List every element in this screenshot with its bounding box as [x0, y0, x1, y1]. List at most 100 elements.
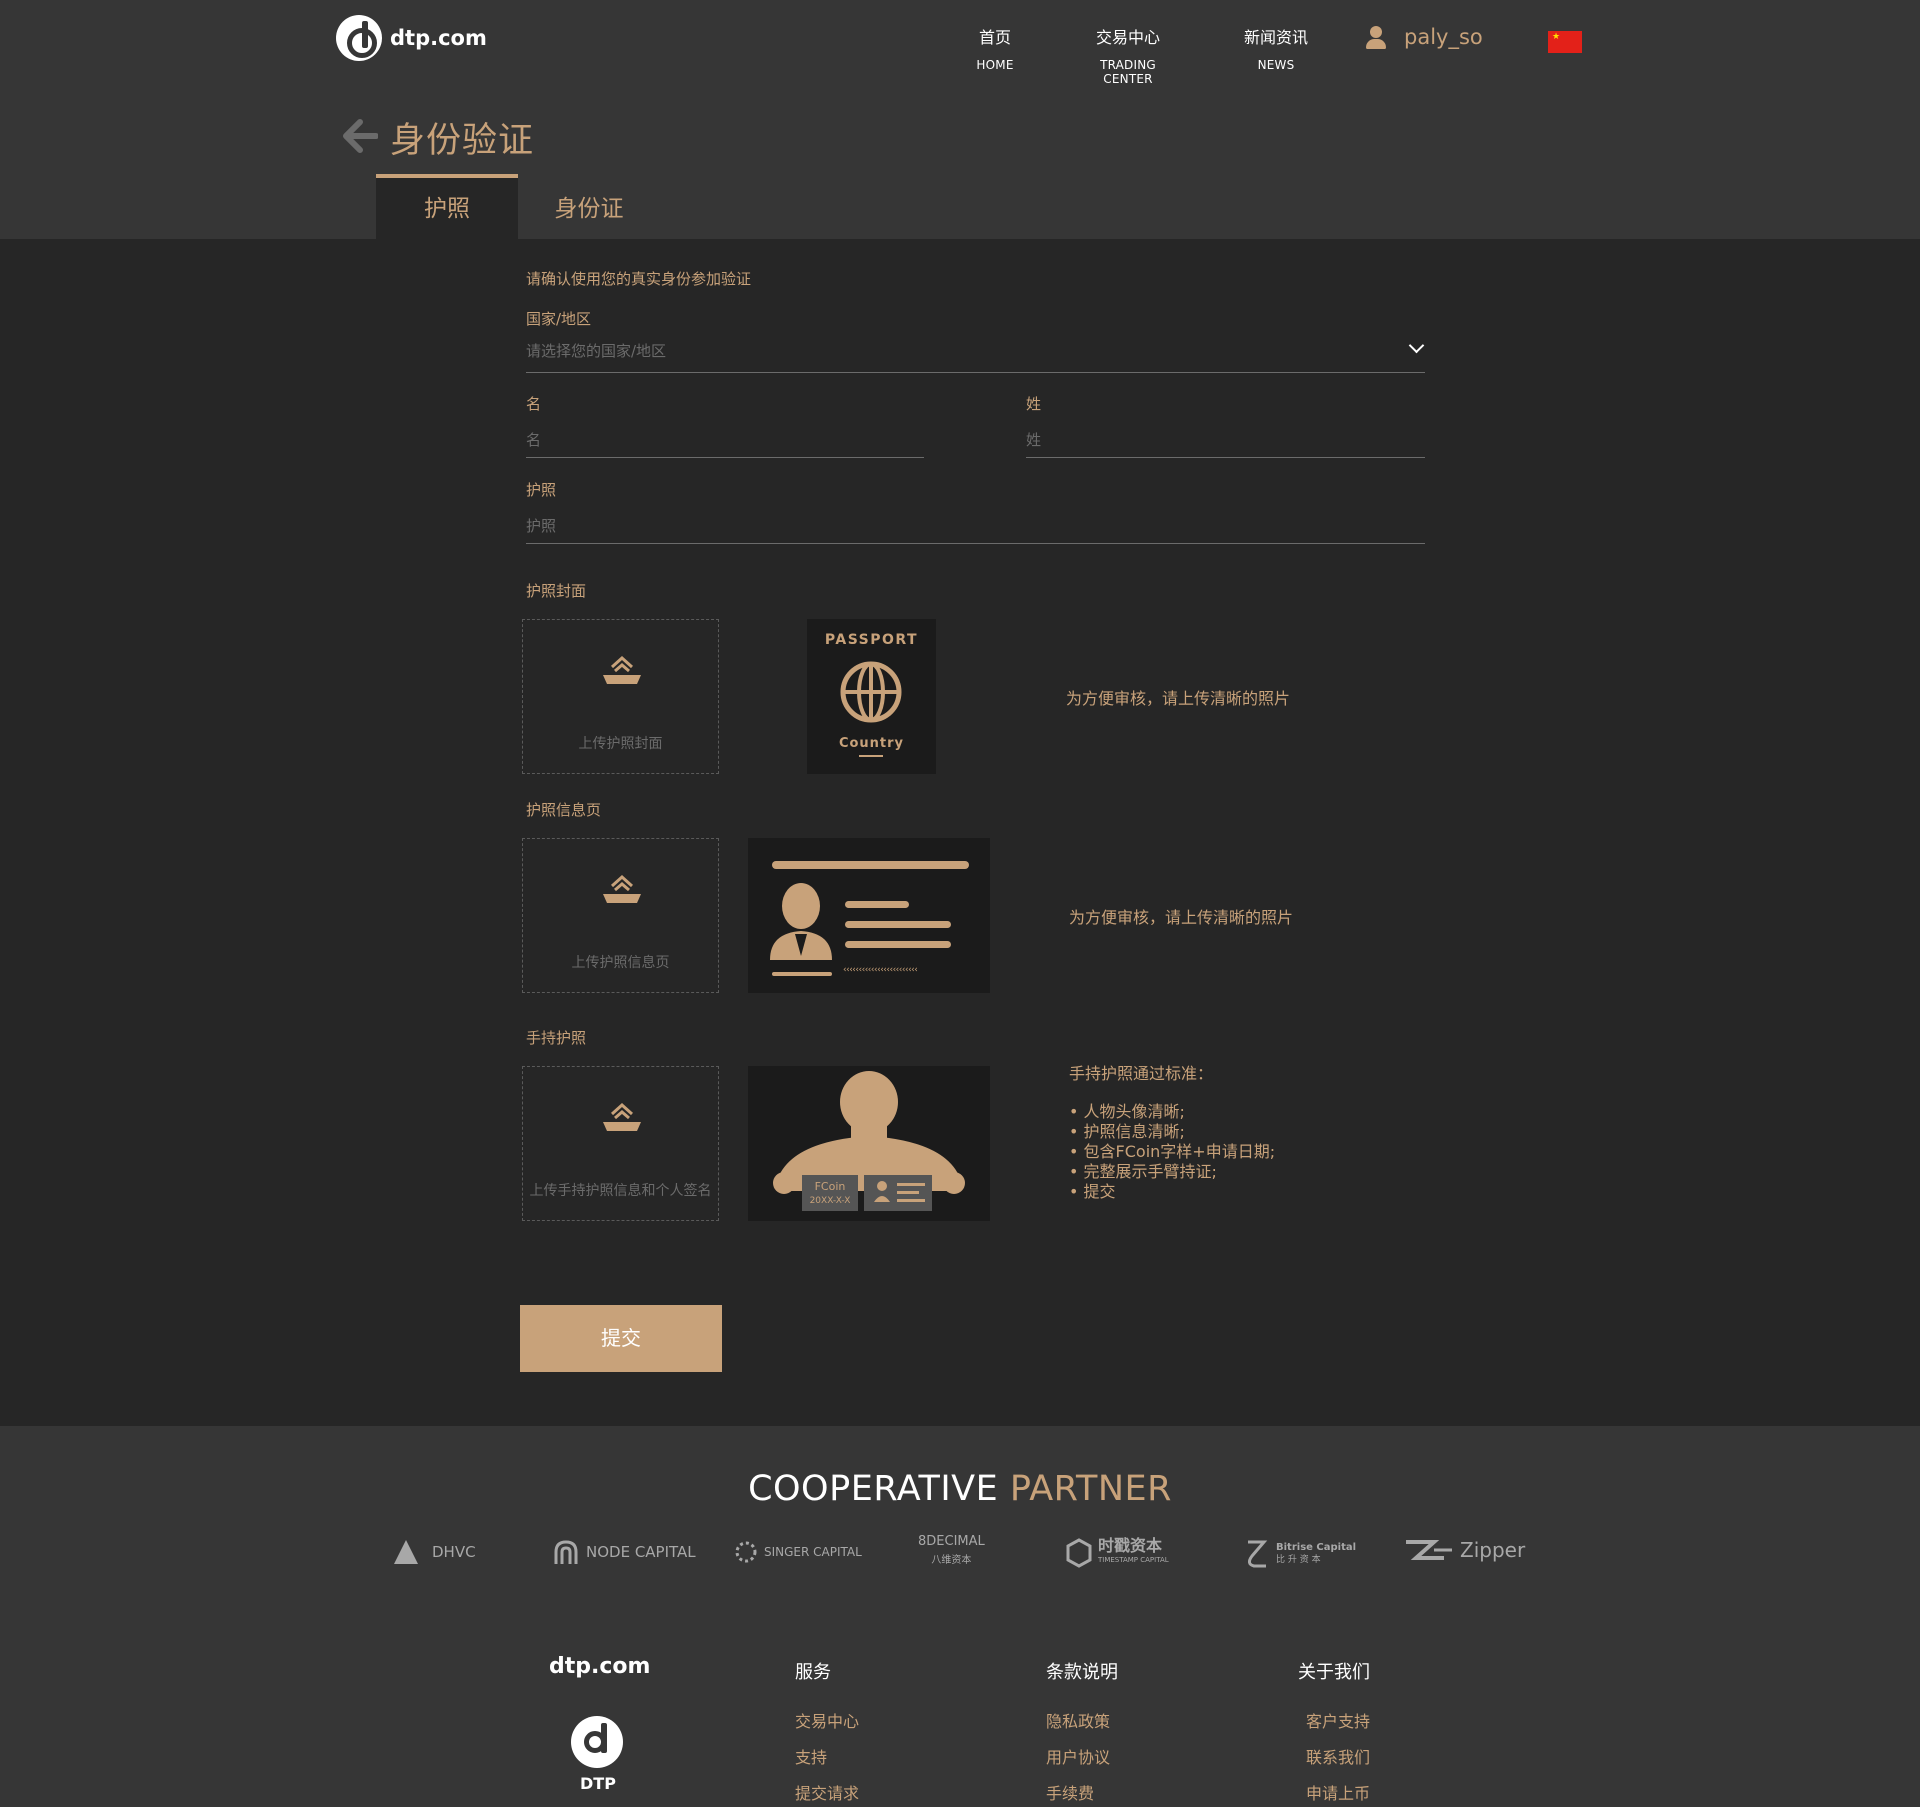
hold-hint-item: • 提交 — [1069, 1182, 1116, 1201]
partner-bitrise-capital[interactable]: Bitrise Capital 比 升 资 本 — [1242, 1538, 1356, 1570]
nav-home-sublabel: HOME — [976, 58, 1014, 72]
nav-trading-label: 交易中心 — [1095, 28, 1160, 47]
hold-section-title: 手持护照 — [526, 1029, 587, 1047]
bitrise-capital-logo-icon — [1247, 1540, 1268, 1568]
hold-hint-title: 手持护照通过标准： — [1069, 1064, 1214, 1083]
country-underline — [526, 372, 1425, 373]
partner-singer-capital[interactable]: SINGER CAPITAL — [734, 1538, 862, 1566]
footer-link-support[interactable]: 支持 — [795, 1744, 827, 1768]
submit-button[interactable]: 提交 — [520, 1305, 722, 1372]
country-label: 国家/地区 — [526, 310, 592, 328]
user-menu[interactable]: paly_so — [1364, 24, 1483, 50]
cover-section-title: 护照封面 — [526, 582, 587, 600]
footer-link-trading-center[interactable]: 交易中心 — [795, 1708, 859, 1732]
zipper-logo-icon — [1406, 1540, 1452, 1560]
coop-title-white: COOPERATIVE — [748, 1469, 999, 1509]
footer-col-about-title: 关于我们 — [1298, 1662, 1370, 1683]
tab-passport[interactable]: 护照 — [376, 174, 518, 239]
last-name-underline — [1026, 457, 1425, 458]
sample-date-text: 20XX-X-X — [809, 1196, 851, 1206]
partner-dhvc[interactable]: DHVC — [392, 1538, 476, 1566]
hold-hint-item: • 护照信息清晰; — [1069, 1122, 1185, 1141]
first-name-label: 名 — [526, 395, 542, 413]
sample-passport-title: PASSPORT — [824, 632, 919, 648]
footer-col-services-title: 服务 — [795, 1662, 831, 1683]
footer-link-user-agreement[interactable]: 用户协议 — [1046, 1744, 1110, 1768]
footer-link-submit-request[interactable]: 提交请求 — [795, 1780, 859, 1804]
nav-trading-center[interactable]: 交易中心 TRADING CENTER — [1074, 24, 1182, 86]
nav-news[interactable]: 新闻资讯 NEWS — [1236, 24, 1316, 72]
first-name-underline — [526, 457, 924, 458]
last-name-label: 姓 — [1026, 395, 1042, 413]
partner-bitrise-name: Bitrise Capital — [1276, 1542, 1357, 1553]
hold-hint-item: • 人物头像清晰; — [1069, 1102, 1185, 1121]
partner-zipper-name: Zipper — [1460, 1538, 1526, 1562]
partner-timestamp-capital[interactable]: 时戳资本 TIMESTAMP CAPITAL — [1066, 1538, 1169, 1568]
last-name-input[interactable]: 姓 — [1026, 429, 1425, 457]
footer-link-customer-support[interactable]: 客户支持 — [1306, 1708, 1370, 1732]
nav-news-label: 新闻资讯 — [1243, 28, 1308, 47]
coop-title-gold: PARTNER — [1009, 1469, 1172, 1509]
passport-info-sample: ‹‹‹‹‹‹‹‹‹‹‹‹‹‹‹‹‹‹‹‹‹‹‹‹ — [748, 838, 990, 993]
footer-link-apply-listing[interactable]: 申请上币 — [1306, 1780, 1370, 1804]
upload-icon — [603, 655, 641, 684]
timestamp-capital-logo-icon — [1066, 1538, 1092, 1568]
footer-link-privacy[interactable]: 隐私政策 — [1046, 1708, 1110, 1732]
dhvc-logo-icon — [394, 1540, 418, 1564]
cn-flag-icon[interactable]: ★ — [1548, 31, 1582, 53]
country-placeholder: 请选择您的国家/地区 — [526, 342, 667, 360]
partner-zipper[interactable]: Zipper — [1404, 1538, 1525, 1562]
site-logo[interactable]: dtp.com — [336, 15, 487, 61]
info-hint: 为方便审核，请上传清晰的照片 — [1069, 908, 1294, 927]
hold-hint-list: • 人物头像清晰; • 护照信息清晰; • 包含FCoin字样+申请日期; • … — [1069, 1102, 1275, 1202]
node-capital-logo-icon — [554, 1540, 578, 1564]
partner-bitrise-sub: 比 升 资 本 — [1276, 1555, 1321, 1565]
sample-brand-text: FCoin — [814, 1180, 846, 1193]
sample-underline — [859, 755, 883, 757]
footer-logo-icon — [571, 1716, 623, 1768]
mrz-line: ‹‹‹‹‹‹‹‹‹‹‹‹‹‹‹‹‹‹‹‹‹‹‹‹ — [843, 965, 918, 975]
passport-number-input[interactable]: 护照 — [526, 515, 1425, 543]
upload-icon — [603, 874, 641, 903]
country-select[interactable]: 请选择您的国家/地区 — [526, 337, 1425, 372]
footer-logo-label: DTP — [580, 1774, 616, 1793]
info-upload-box[interactable]: 上传护照信息页 — [522, 838, 719, 993]
cooperative-partner-title: COOPERATIVE PARTNER — [0, 1469, 1920, 1509]
logo-icon — [336, 15, 382, 61]
hold-passport-sample: FCoin 20XX-X-X — [748, 1066, 990, 1221]
nav-home[interactable]: 首页 HOME — [959, 24, 1031, 72]
upload-icon — [603, 1102, 641, 1131]
cover-upload-label: 上传护照封面 — [578, 736, 663, 752]
first-name-input[interactable]: 名 — [526, 429, 924, 457]
partner-singer-name: SINGER CAPITAL — [764, 1545, 862, 1559]
user-icon — [1364, 24, 1388, 50]
username: paly_so — [1404, 25, 1483, 49]
info-upload-label: 上传护照信息页 — [571, 955, 670, 971]
partner-node-name: NODE CAPITAL — [586, 1543, 696, 1561]
footer-link-contact-us[interactable]: 联系我们 — [1306, 1744, 1370, 1768]
cover-upload-box[interactable]: 上传护照封面 — [522, 619, 719, 774]
tab-id-card[interactable]: 身份证 — [536, 174, 642, 239]
page-title: 身份验证 — [390, 121, 535, 161]
footer-col-terms-title: 条款说明 — [1046, 1662, 1118, 1683]
partner-8decimal-name: 8DECIMAL — [918, 1534, 985, 1549]
person-holding-passport-illustration — [773, 1071, 965, 1211]
partner-timestamp-sub: TIMESTAMP CAPITAL — [1098, 1556, 1169, 1564]
cover-hint: 为方便审核，请上传清晰的照片 — [1066, 689, 1291, 708]
back-arrow-icon[interactable] — [342, 116, 379, 160]
partner-8decimal[interactable]: 8DECIMAL 八维资本 — [918, 1534, 985, 1566]
hold-upload-label: 上传手持护照信息和个人签名 — [529, 1183, 712, 1199]
partner-dhvc-name: DHVC — [432, 1543, 476, 1561]
hold-upload-box[interactable]: 上传手持护照信息和个人签名 — [522, 1066, 719, 1221]
singer-capital-logo-icon — [735, 1541, 757, 1563]
partner-8decimal-sub: 八维资本 — [931, 1555, 972, 1566]
nav-trading-sublabel: TRADING CENTER — [1100, 58, 1156, 86]
intro-text: 请确认使用您的真实身份参加验证 — [526, 270, 752, 288]
hold-hint-item: • 包含FCoin字样+申请日期; — [1069, 1142, 1276, 1161]
passport-cover-sample: PASSPORT Country — [807, 619, 936, 774]
passport-number-label: 护照 — [526, 481, 557, 499]
footer-link-fees[interactable]: 手续费 — [1046, 1780, 1094, 1804]
header: dtp.com 首页 HOME 交易中心 TRADING CENTER 新闻资讯… — [0, 0, 1920, 239]
partner-node-capital[interactable]: NODE CAPITAL — [552, 1538, 696, 1566]
logo-text: dtp.com — [390, 26, 487, 50]
